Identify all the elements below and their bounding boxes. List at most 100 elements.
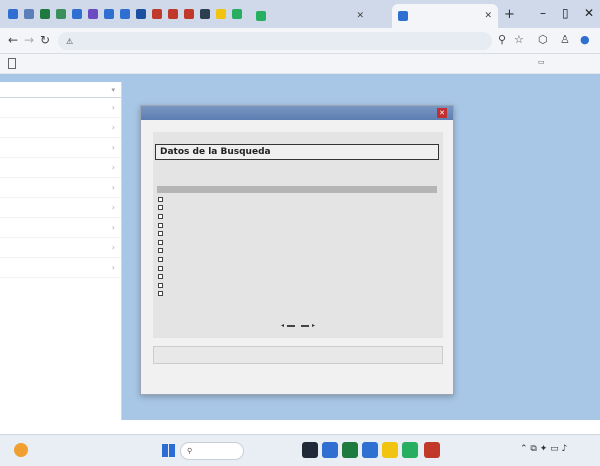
close-tab-icon[interactable]: ✕ (356, 11, 364, 21)
bookmark-star-icon[interactable]: ☆ (514, 33, 524, 46)
tab-favicon-icon[interactable] (216, 9, 226, 19)
result-row[interactable] (157, 264, 437, 273)
sidebar-item[interactable]: › (0, 98, 121, 118)
folder-icon: ▭ (538, 58, 545, 66)
tab-favicon-icon[interactable] (200, 9, 210, 19)
tab-favicon-icon[interactable] (136, 9, 146, 19)
taskbar-app-icon[interactable] (362, 442, 378, 458)
search-results-panel: Datos de la Busqueda ◂ ▸ (153, 132, 443, 338)
tab-active[interactable]: ✕ (392, 4, 498, 28)
prev-arrow-icon[interactable]: ◂ (281, 322, 284, 329)
maximize-button[interactable]: ▯ (562, 6, 569, 20)
taskbar-app-icon[interactable] (322, 442, 338, 458)
sidebar-item[interactable]: › (0, 218, 121, 238)
tab-favicon-icon[interactable] (104, 9, 114, 19)
chevron-right-icon: › (111, 143, 115, 152)
taskbar-search[interactable]: ⚲ (180, 442, 244, 460)
sidebar: ▾ › › › › › › › › › (0, 82, 122, 420)
sidebar-item[interactable]: › (0, 158, 121, 178)
sidebar-item[interactable]: › (0, 198, 121, 218)
result-checkbox[interactable] (158, 231, 163, 237)
reload-button[interactable]: ↻ (40, 33, 50, 47)
profile-icon[interactable]: ♙ (560, 33, 570, 46)
file-explorer-icon[interactable] (382, 442, 398, 458)
task-view-icon[interactable] (302, 442, 318, 458)
sidebar-header[interactable]: ▾ (0, 82, 121, 98)
sidebar-item[interactable]: › (0, 178, 121, 198)
minimize-button[interactable]: – (540, 6, 546, 20)
result-checkbox[interactable] (158, 196, 163, 202)
tab-favicon-icon[interactable] (40, 9, 50, 19)
result-row[interactable] (157, 281, 437, 290)
tab-favicon-icon[interactable] (88, 9, 98, 19)
result-checkbox[interactable] (158, 256, 163, 262)
taskbar-app-icon[interactable] (424, 442, 440, 458)
tab-favicon-icon[interactable] (56, 9, 66, 19)
close-tab-icon[interactable]: ✕ (484, 11, 492, 21)
tab-favicon-icon[interactable] (72, 9, 82, 19)
tab-favicon-icon[interactable] (24, 9, 34, 19)
translate-icon[interactable]: ⚲ (498, 33, 506, 46)
weather-icon[interactable] (14, 443, 28, 457)
next-arrow-icon[interactable]: ▸ (312, 322, 315, 329)
result-row[interactable] (157, 229, 437, 238)
result-row[interactable] (157, 204, 437, 213)
all-bookmarks-button[interactable]: ▭ (538, 58, 548, 66)
tab-favicon-icon[interactable] (152, 9, 162, 19)
result-row[interactable] (157, 212, 437, 221)
windows-start-icon[interactable] (162, 444, 175, 457)
taskbar-app-icon[interactable] (342, 442, 358, 458)
result-checkbox[interactable] (158, 239, 163, 245)
result-row[interactable] (157, 247, 437, 256)
search-icon: ⚲ (187, 447, 193, 455)
lock-icon[interactable]: ⚠ (66, 37, 73, 46)
tab-favicon-icon[interactable] (120, 9, 130, 19)
chevron-right-icon: › (111, 103, 115, 112)
chrome-icon[interactable] (402, 442, 418, 458)
sidebar-item[interactable]: › (0, 118, 121, 138)
address-bar[interactable]: ⚠ (58, 32, 492, 50)
system-tray-icons[interactable]: ⌃ ⧉ ✦ ▭ ♪ (520, 444, 567, 454)
result-row[interactable] (157, 221, 437, 230)
dialog-titlebar[interactable]: ✕ (141, 106, 453, 120)
navigation-bar: ← → ↻ ⚠ ⚲ ☆ ⬡ ♙ ● (0, 28, 600, 54)
search-dialog: ✕ Datos de la Busqueda ◂ ▸ (140, 105, 454, 395)
sidebar-item[interactable]: › (0, 238, 121, 258)
bookmarks-bar: ▭ (0, 54, 600, 74)
new-tab-button[interactable]: + (504, 7, 515, 22)
sidebar-item[interactable]: › (0, 258, 121, 278)
result-checkbox[interactable] (158, 213, 163, 219)
results-list (157, 195, 437, 298)
result-checkbox[interactable] (158, 274, 163, 280)
result-checkbox[interactable] (158, 282, 163, 288)
tab-strip: ✕ ✕ + – ▯ ✕ (0, 0, 600, 28)
tab-favicon-icon[interactable] (184, 9, 194, 19)
result-checkbox[interactable] (158, 222, 163, 228)
extensions-icon[interactable]: ⬡ (538, 33, 548, 46)
chevron-down-icon: ▾ (111, 85, 115, 94)
sidebar-item[interactable]: › (0, 138, 121, 158)
tab-favicon-icon[interactable] (232, 9, 242, 19)
result-row[interactable] (157, 255, 437, 264)
tab-favicon-icon[interactable] (168, 9, 178, 19)
tab-inactive[interactable]: ✕ (250, 4, 370, 28)
browser-menu-icon[interactable] (8, 9, 18, 19)
result-checkbox[interactable] (158, 291, 163, 297)
result-checkbox[interactable] (158, 205, 163, 211)
forward-button[interactable]: → (24, 33, 34, 47)
close-window-button[interactable]: ✕ (584, 6, 594, 20)
result-row[interactable] (157, 272, 437, 281)
sidebar-panel-icon[interactable] (8, 58, 16, 69)
back-button[interactable]: ← (8, 33, 18, 47)
result-row[interactable] (157, 238, 437, 247)
result-checkbox[interactable] (158, 248, 163, 254)
prev-page-button[interactable] (287, 324, 295, 327)
whatsapp-icon (256, 11, 266, 21)
next-page-button[interactable] (301, 324, 309, 327)
close-dialog-button[interactable]: ✕ (437, 108, 447, 118)
result-row[interactable] (157, 195, 437, 204)
account-avatar-icon[interactable]: ● (580, 33, 590, 46)
result-row[interactable] (157, 290, 437, 299)
chevron-right-icon: › (111, 123, 115, 132)
result-checkbox[interactable] (158, 265, 163, 271)
